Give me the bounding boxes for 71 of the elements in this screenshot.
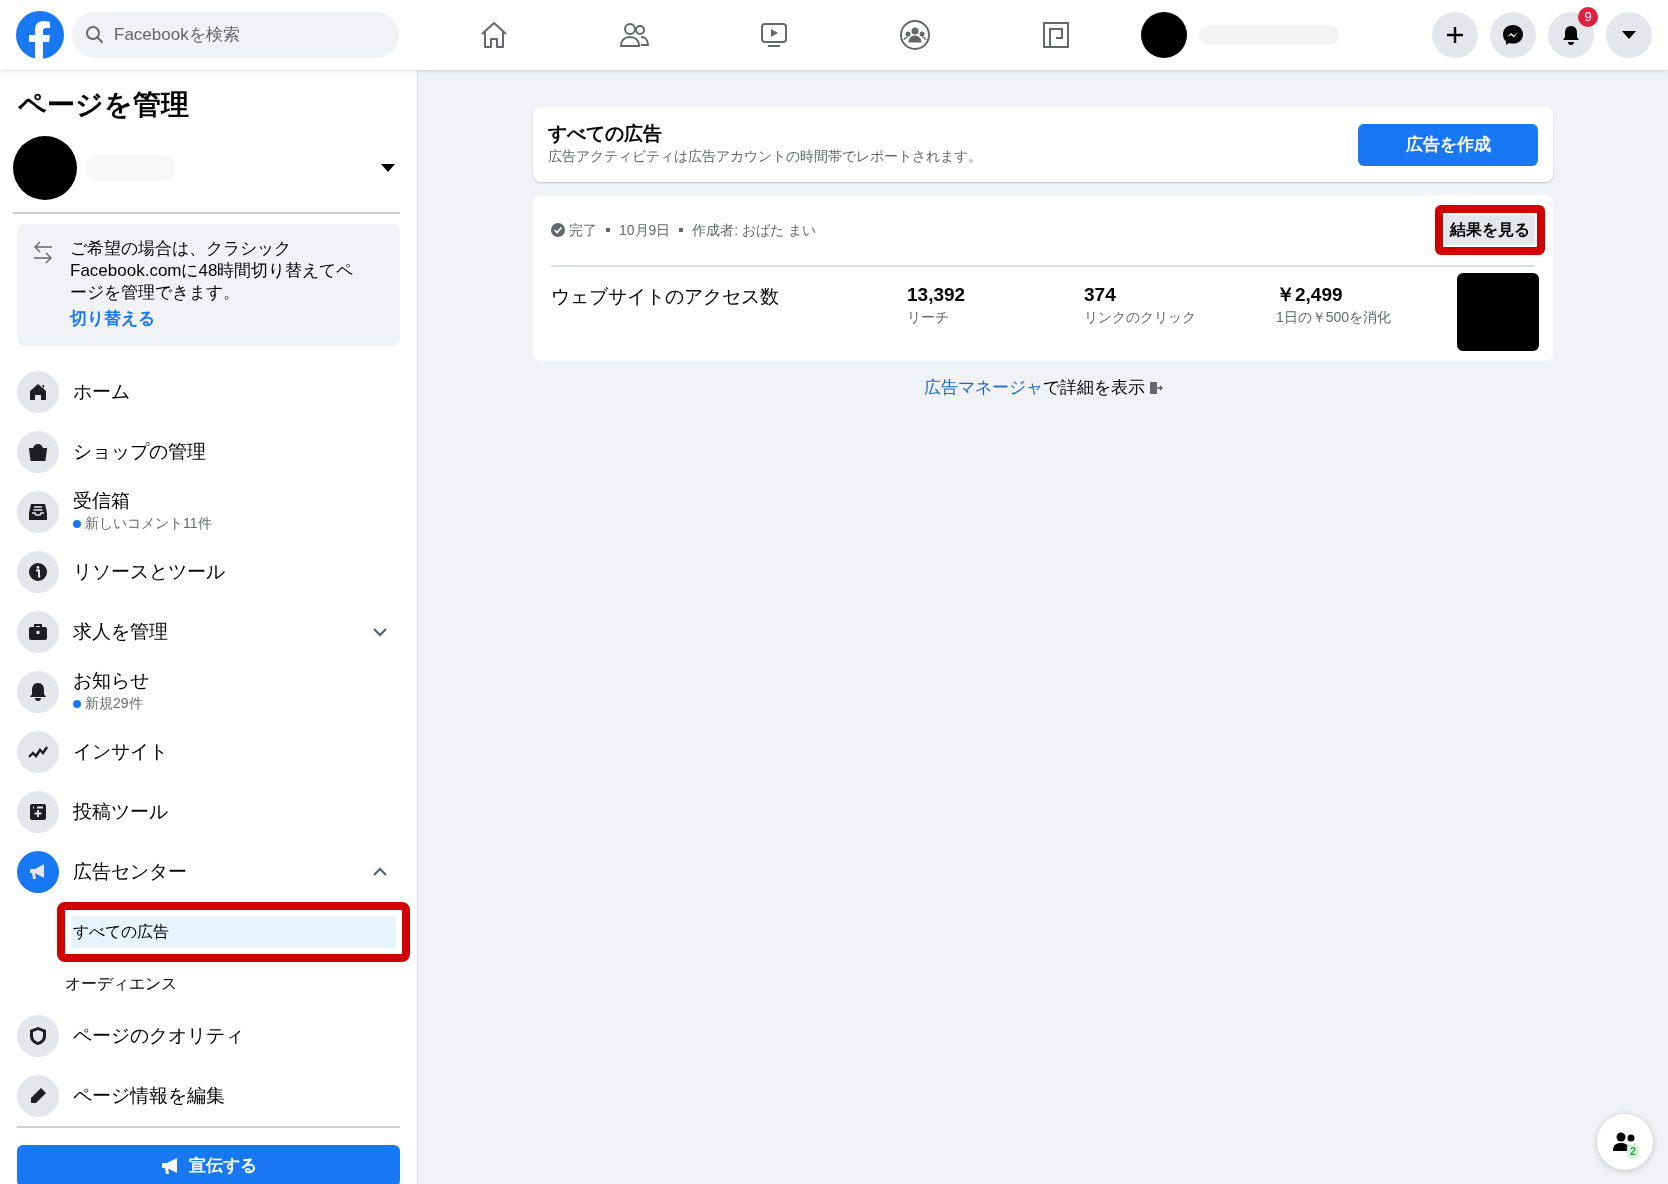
card-subtitle: 広告アクティビティは広告アカウントの時間帯でレポートされます。 bbox=[548, 147, 982, 166]
info-icon bbox=[27, 560, 49, 583]
item-label: お知らせ bbox=[73, 669, 149, 693]
sidebar-item[interactable]: リソースとツール bbox=[17, 541, 400, 602]
item-label: 投稿ツール bbox=[73, 799, 168, 824]
chat-bubble-icon bbox=[1502, 24, 1524, 46]
item-subtitle: 新規29件 bbox=[85, 694, 143, 713]
sidebar-item[interactable]: ページ情報を編集 bbox=[17, 1065, 400, 1126]
home-icon[interactable] bbox=[479, 20, 509, 50]
bell-icon bbox=[27, 680, 49, 703]
caret-icon bbox=[1621, 30, 1637, 40]
ad-date: 10月9日 bbox=[619, 220, 671, 240]
groups-icon[interactable] bbox=[899, 19, 931, 51]
item-label: 広告センター bbox=[73, 859, 187, 884]
sidebar-subitem[interactable]: すべての広告 bbox=[71, 915, 396, 948]
exit-icon bbox=[1148, 380, 1163, 395]
ad-name: ウェブサイトのアクセス数 bbox=[551, 285, 780, 309]
metric-label: 1日の￥500を消化 bbox=[1276, 308, 1393, 327]
sidebar-item[interactable]: お知らせ 新規29件 bbox=[17, 661, 400, 722]
notifications-button[interactable] bbox=[1548, 12, 1594, 58]
caret-icon[interactable] bbox=[380, 163, 396, 173]
view-results-button[interactable]: 結果を見る bbox=[1445, 215, 1535, 245]
contacts-count-badge: 2 bbox=[1627, 1144, 1640, 1158]
sidebar-item[interactable]: 受信箱 新しいコメント11件 bbox=[17, 481, 400, 542]
plus-icon bbox=[1445, 25, 1465, 45]
item-label: ページのクオリティ bbox=[73, 1023, 244, 1048]
item-label: ショップの管理 bbox=[73, 439, 206, 464]
video-icon[interactable] bbox=[759, 20, 789, 50]
messenger-button[interactable] bbox=[1490, 12, 1536, 58]
sidebar-item[interactable]: 広告センター bbox=[17, 841, 400, 902]
metric-label: リーチ bbox=[907, 308, 950, 327]
sidebar-item[interactable]: ホーム bbox=[17, 361, 400, 422]
notice-text: ご希望の場合は、クラシックFacebook.comに48時間切り替えてページを管理できます。 bbox=[70, 238, 355, 304]
metric-value: 13,392 bbox=[907, 283, 967, 307]
search-field[interactable]: Facebookを検索 bbox=[72, 12, 399, 58]
sidebar-item[interactable]: インサイト bbox=[17, 721, 400, 782]
ads-manager-link[interactable]: 広告マネージャ bbox=[923, 378, 1043, 397]
sidebar-item[interactable]: 求人を管理 bbox=[17, 601, 400, 662]
avatar[interactable] bbox=[1141, 12, 1187, 58]
item-label: ホーム bbox=[73, 379, 130, 404]
sidebar-subitem[interactable]: オーディエンス bbox=[63, 967, 400, 1000]
promote-button[interactable]: 宣伝する bbox=[17, 1144, 400, 1184]
notification-badge: 9 bbox=[1578, 7, 1598, 27]
sidebar-item[interactable]: 投稿ツール bbox=[17, 781, 400, 842]
item-label: リソースとツール bbox=[73, 559, 225, 584]
switch-link[interactable]: 切り替える bbox=[70, 306, 370, 332]
card-title: すべての広告 bbox=[548, 122, 663, 146]
sidebar-title: ページを管理 bbox=[18, 88, 190, 122]
ad-status: 完了 bbox=[569, 220, 597, 240]
shield-icon bbox=[27, 1024, 49, 1047]
metric-value: ￥2,499 bbox=[1276, 283, 1344, 307]
ad-author: 作成者: おばた まい bbox=[692, 220, 817, 240]
square-icon[interactable] bbox=[1041, 20, 1071, 50]
metric-label: リンクのクリック bbox=[1084, 308, 1197, 327]
create-ad-button[interactable]: 広告を作成 bbox=[1358, 123, 1538, 166]
account-menu-button[interactable] bbox=[1606, 12, 1652, 58]
sidebar-item[interactable]: ショップの管理 bbox=[17, 421, 400, 482]
item-subtitle: 新しいコメント11件 bbox=[85, 514, 212, 533]
item-label: ページ情報を編集 bbox=[73, 1083, 225, 1108]
footer-text: 広告マネージャ で詳細を表示 bbox=[923, 377, 1145, 399]
item-label: 受信箱 bbox=[73, 489, 131, 513]
sidebar-item[interactable]: ページのクオリティ bbox=[17, 1005, 400, 1066]
check-circle-icon bbox=[551, 223, 565, 237]
switch-arrows-icon bbox=[33, 240, 53, 264]
people-icon[interactable] bbox=[619, 20, 649, 50]
create-button[interactable] bbox=[1432, 12, 1478, 58]
metric-value: 374 bbox=[1084, 283, 1117, 307]
item-label: 求人を管理 bbox=[73, 619, 168, 644]
bell-icon bbox=[1561, 25, 1581, 45]
logo-icon[interactable] bbox=[16, 11, 64, 59]
item-label: インサイト bbox=[73, 739, 168, 764]
